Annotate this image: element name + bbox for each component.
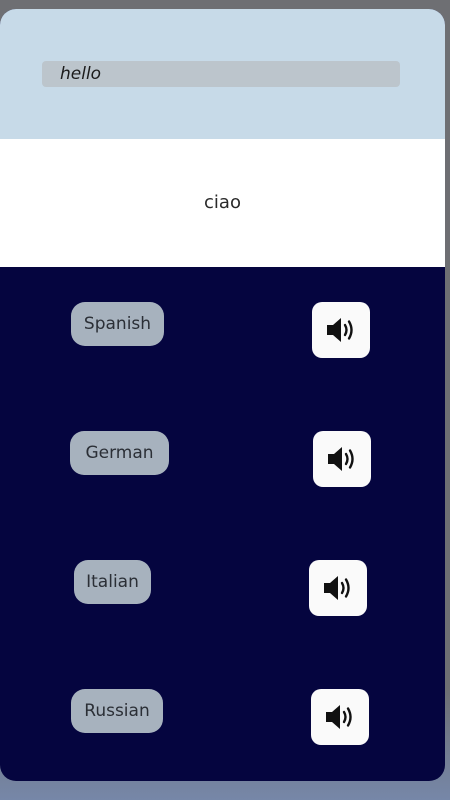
translation-output-area: ciao (0, 139, 445, 267)
speaker-icon (327, 318, 353, 342)
translation-text: ciao (204, 192, 241, 213)
italian-button-label: Italian (86, 572, 139, 592)
spanish-button[interactable]: Spanish (71, 302, 164, 346)
speak-russian-button[interactable] (311, 689, 369, 745)
speak-italian-button[interactable] (309, 560, 367, 616)
speak-german-button[interactable] (313, 431, 371, 487)
language-row-spanish: Spanish (0, 302, 445, 362)
language-row-german: German (0, 431, 445, 491)
speak-spanish-button[interactable] (312, 302, 370, 358)
speaker-icon (328, 447, 354, 471)
russian-button-label: Russian (84, 701, 150, 721)
german-button-label: German (85, 443, 154, 463)
russian-button[interactable]: Russian (71, 689, 163, 733)
translator-app: ciao Spanish German Italian (0, 9, 445, 781)
speaker-icon (326, 705, 352, 729)
text-input[interactable] (42, 61, 400, 87)
speaker-icon (324, 576, 350, 600)
spanish-button-label: Spanish (83, 314, 152, 334)
language-row-italian: Italian (0, 560, 445, 620)
input-area (0, 9, 445, 139)
language-row-russian: Russian (0, 689, 445, 749)
italian-button[interactable]: Italian (74, 560, 151, 604)
german-button[interactable]: German (70, 431, 169, 475)
